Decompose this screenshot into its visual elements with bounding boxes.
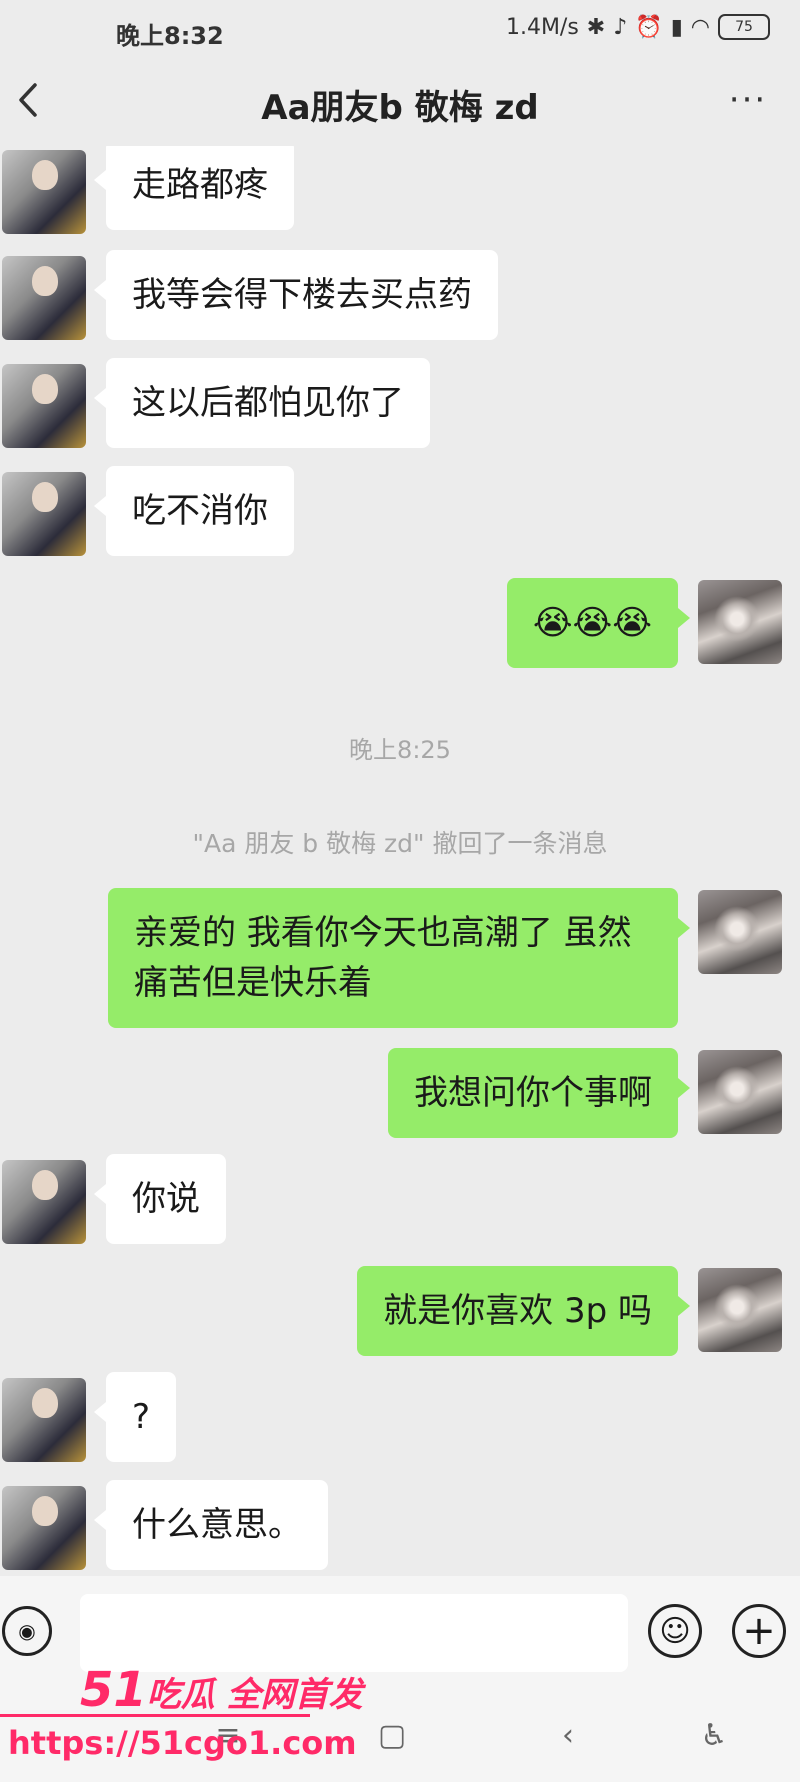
message-outgoing: 就是你喜欢 3p 吗 [0, 1266, 800, 1356]
my-avatar[interactable] [698, 1268, 782, 1352]
accessibility-icon: ♿ [700, 1717, 728, 1753]
voice-button[interactable]: ◉ [2, 1606, 52, 1656]
watermark-url: https://51cgo1.com [8, 1724, 357, 1762]
status-time: 晚上8:32 [116, 22, 224, 50]
message-incoming: 我等会得下楼去买点药 [0, 250, 800, 340]
message-timestamp: 晚上8:25 [349, 736, 451, 764]
chat-title: Aa朋友b 敬梅 zd [261, 88, 539, 128]
message-bubble[interactable]: ? [93, 1372, 177, 1462]
chat-area[interactable]: 走路都疼 我等会得下楼去买点药 这以后都怕见你了 吃不消你 😭😭😭 晚上8:25… [0, 146, 800, 1576]
message-bubble[interactable]: 亲爱的 我看你今天也高潮了 虽然痛苦但是快乐着 [108, 888, 690, 1028]
recall-notice: "Aa 朋友 b 敬梅 zd" 撤回了一条消息 [192, 829, 608, 858]
alarm-icon: ⏰ [635, 14, 663, 40]
plus-button[interactable]: + [732, 1604, 786, 1658]
message-incoming: ? [0, 1372, 800, 1464]
contact-avatar[interactable] [2, 1378, 86, 1462]
message-incoming: 吃不消你 [0, 466, 800, 556]
back-icon: ‹ [562, 1717, 574, 1753]
message-input[interactable] [80, 1594, 628, 1672]
message-outgoing: 😭😭😭 [0, 578, 800, 670]
message-outgoing: 我想问你个事啊 [0, 1048, 800, 1138]
message-outgoing: 亲爱的 我看你今天也高潮了 虽然痛苦但是快乐着 [0, 888, 800, 1028]
message-bubble[interactable]: 😭😭😭 [506, 578, 691, 668]
chat-header: Aa朋友b 敬梅 zd ··· [0, 62, 800, 146]
nav-accessibility-button[interactable]: ♿ [686, 1710, 742, 1760]
my-avatar[interactable] [698, 890, 782, 974]
message-incoming: 什么意思。 [0, 1480, 800, 1572]
battery-icon: 75 [718, 14, 770, 40]
emoji-icon: ☺ [659, 1613, 691, 1649]
nav-home-button[interactable]: ▢ [364, 1710, 420, 1760]
watermark-brand-text: 吃瓜 全网首发 [146, 1675, 363, 1715]
mute-icon: ♪ [613, 14, 628, 40]
contact-avatar[interactable] [2, 256, 86, 340]
watermark: 51吃瓜 全网首发 https://51cgo1.com [0, 1662, 363, 1772]
message-bubble[interactable]: 走路都疼 [94, 146, 294, 230]
bluetooth-icon: ✱ [586, 14, 606, 40]
voice-icon: ◉ [18, 1619, 36, 1643]
contact-avatar[interactable] [2, 1486, 86, 1570]
my-avatar[interactable] [698, 580, 782, 664]
watermark-brand-number: 51 [80, 1662, 147, 1718]
message-incoming: 你说 [0, 1154, 800, 1246]
watermark-brand: 51吃瓜 全网首发 [80, 1662, 363, 1718]
watermark-divider [0, 1714, 310, 1717]
contact-avatar[interactable] [2, 150, 86, 234]
message-bubble[interactable]: 吃不消你 [94, 466, 294, 556]
wifi-icon: ◠ [690, 14, 710, 40]
battery-level: 75 [735, 19, 753, 35]
message-bubble[interactable]: 你说 [94, 1154, 226, 1244]
message-bubble[interactable]: 这以后都怕见你了 [94, 358, 430, 448]
message-incoming: 这以后都怕见你了 [0, 358, 800, 448]
home-icon: ▢ [377, 1717, 407, 1753]
contact-avatar[interactable] [2, 472, 86, 556]
status-icons: 1.4M/s ✱ ♪ ⏰ ▮ ◠ 75 [506, 14, 770, 40]
message-bubble[interactable]: 我等会得下楼去买点药 [94, 250, 498, 340]
message-bubble[interactable]: 我想问你个事啊 [388, 1048, 690, 1138]
nav-back-button[interactable]: ‹ [540, 1710, 596, 1760]
network-speed: 1.4M/s [505, 14, 579, 40]
emoji-button[interactable]: ☺ [648, 1604, 702, 1658]
contact-avatar[interactable] [2, 1160, 86, 1244]
plus-icon: + [742, 1608, 776, 1654]
message-bubble[interactable]: 就是你喜欢 3p 吗 [357, 1266, 690, 1356]
my-avatar[interactable] [698, 1050, 782, 1134]
status-bar: 晚上8:32 1.4M/s ✱ ♪ ⏰ ▮ ◠ 75 [0, 0, 800, 62]
contact-avatar[interactable] [2, 364, 86, 448]
signal-icon: ▮ [670, 14, 683, 40]
more-button[interactable]: ··· [718, 78, 778, 122]
message-bubble[interactable]: 什么意思。 [94, 1480, 328, 1570]
message-incoming: 走路都疼 [0, 146, 800, 234]
